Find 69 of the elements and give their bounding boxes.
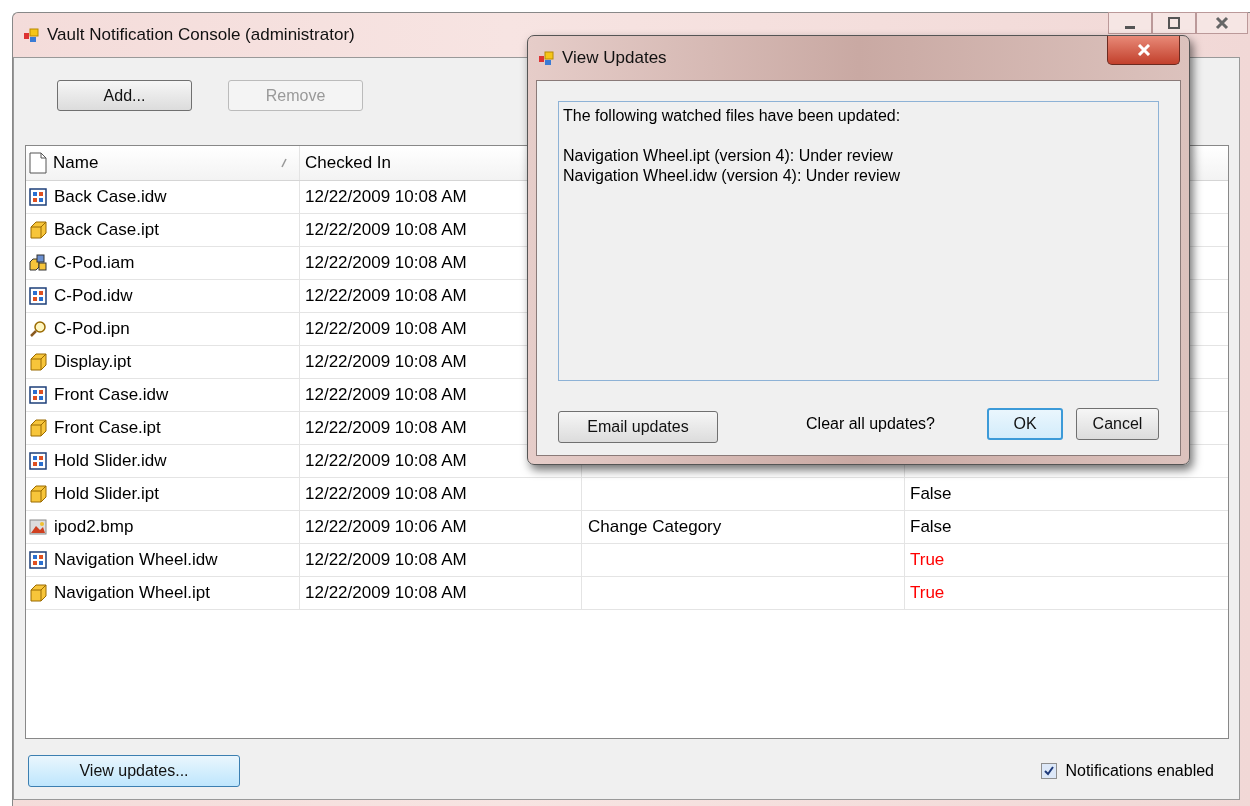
file-name: Hold Slider.ipt <box>54 484 159 504</box>
checked-in-date: 12/22/2009 10:08 AM <box>305 583 467 603</box>
add-button[interactable]: Add... <box>57 80 192 111</box>
document-icon <box>29 152 47 174</box>
file-name: Navigation Wheel.ipt <box>54 583 210 603</box>
file-name: Front Case.idw <box>54 385 169 405</box>
cube-icon <box>29 353 47 371</box>
minimize-button[interactable] <box>1108 12 1152 34</box>
view-updates-button[interactable]: View updates... <box>28 755 240 787</box>
file-name: Display.ipt <box>54 352 132 372</box>
message-box[interactable]: The following watched files have been updated: Navigation Wheel.ipt (version 4): Under review Navigation Wheel.idw (version 4): Under review <box>558 101 1159 381</box>
file-name: C-Pod.idw <box>54 286 133 306</box>
checked-in-date: 12/22/2009 10:08 AM <box>305 286 467 306</box>
drawing-file-icon <box>29 287 47 305</box>
file-name: ipod2.bmp <box>54 517 134 537</box>
file-name: C-Pod.iam <box>54 253 135 273</box>
checked-in-date: 12/22/2009 10:08 AM <box>305 550 467 570</box>
checkbox[interactable] <box>1041 763 1058 779</box>
file-name: Front Case.ipt <box>54 418 161 438</box>
drawing-file-icon <box>29 551 47 569</box>
close-button[interactable] <box>1196 12 1248 34</box>
image-file-icon <box>29 518 47 536</box>
cube-icon <box>29 221 47 239</box>
checked-in-date: 12/22/2009 10:08 AM <box>305 319 467 339</box>
checked-in-date: 12/22/2009 10:08 AM <box>305 484 467 504</box>
drawing-file-icon <box>29 452 47 470</box>
file-name: Navigation Wheel.idw <box>54 550 218 570</box>
column-header[interactable]: Name <box>26 146 300 180</box>
drawing-file-icon <box>29 188 47 206</box>
file-name: Back Case.idw <box>54 187 167 207</box>
message-heading: The following watched files have been updated: <box>563 106 902 126</box>
ok-button[interactable]: OK <box>987 408 1063 440</box>
minimize-icon <box>1125 25 1135 29</box>
checked-in-date: 12/22/2009 10:08 AM <box>305 253 467 273</box>
cube-icon <box>29 584 47 602</box>
checked-in-date: 12/22/2009 10:08 AM <box>305 220 467 240</box>
close-icon <box>1136 44 1151 56</box>
checkbox-label: Notifications enabled <box>1065 762 1214 780</box>
table-cell: True <box>910 550 945 570</box>
app-icon <box>538 50 554 66</box>
assembly-icon <box>29 254 47 272</box>
window-title: Vault Notification Console (administrator) <box>47 25 355 45</box>
close-icon <box>1214 15 1230 31</box>
cube-icon <box>29 485 47 503</box>
file-name: C-Pod.ipn <box>54 319 130 339</box>
email-updates-button[interactable]: Email updates <box>558 411 718 443</box>
maximize-button[interactable] <box>1152 12 1196 34</box>
table-cell: Change Category <box>588 517 722 537</box>
table-cell: True <box>910 583 945 603</box>
checked-in-date: 12/22/2009 10:08 AM <box>305 385 467 405</box>
checked-in-date: 12/22/2009 10:08 AM <box>305 451 467 471</box>
cube-icon <box>29 419 47 437</box>
maximize-icon <box>1166 15 1182 31</box>
close-button[interactable] <box>1107 36 1180 65</box>
drawing-file-icon <box>29 386 47 404</box>
checked-in-date: 12/22/2009 10:08 AM <box>305 418 467 438</box>
clear-question: Clear all updates? <box>806 415 935 433</box>
cancel-button[interactable]: Cancel <box>1076 408 1159 440</box>
file-name: Back Case.ipt <box>54 220 159 240</box>
checked-in-date: 12/22/2009 10:08 AM <box>305 352 467 372</box>
magnifier-icon <box>29 320 47 338</box>
table-cell: False <box>910 484 952 504</box>
app-icon <box>23 27 39 43</box>
checked-in-date: 12/22/2009 10:08 AM <box>305 187 467 207</box>
file-name: Hold Slider.idw <box>54 451 167 471</box>
table-cell: False <box>910 517 952 537</box>
sort-icon <box>281 158 287 168</box>
checked-in-date: 12/22/2009 10:06 AM <box>305 517 467 537</box>
dialog-title: View Updates <box>562 48 667 68</box>
